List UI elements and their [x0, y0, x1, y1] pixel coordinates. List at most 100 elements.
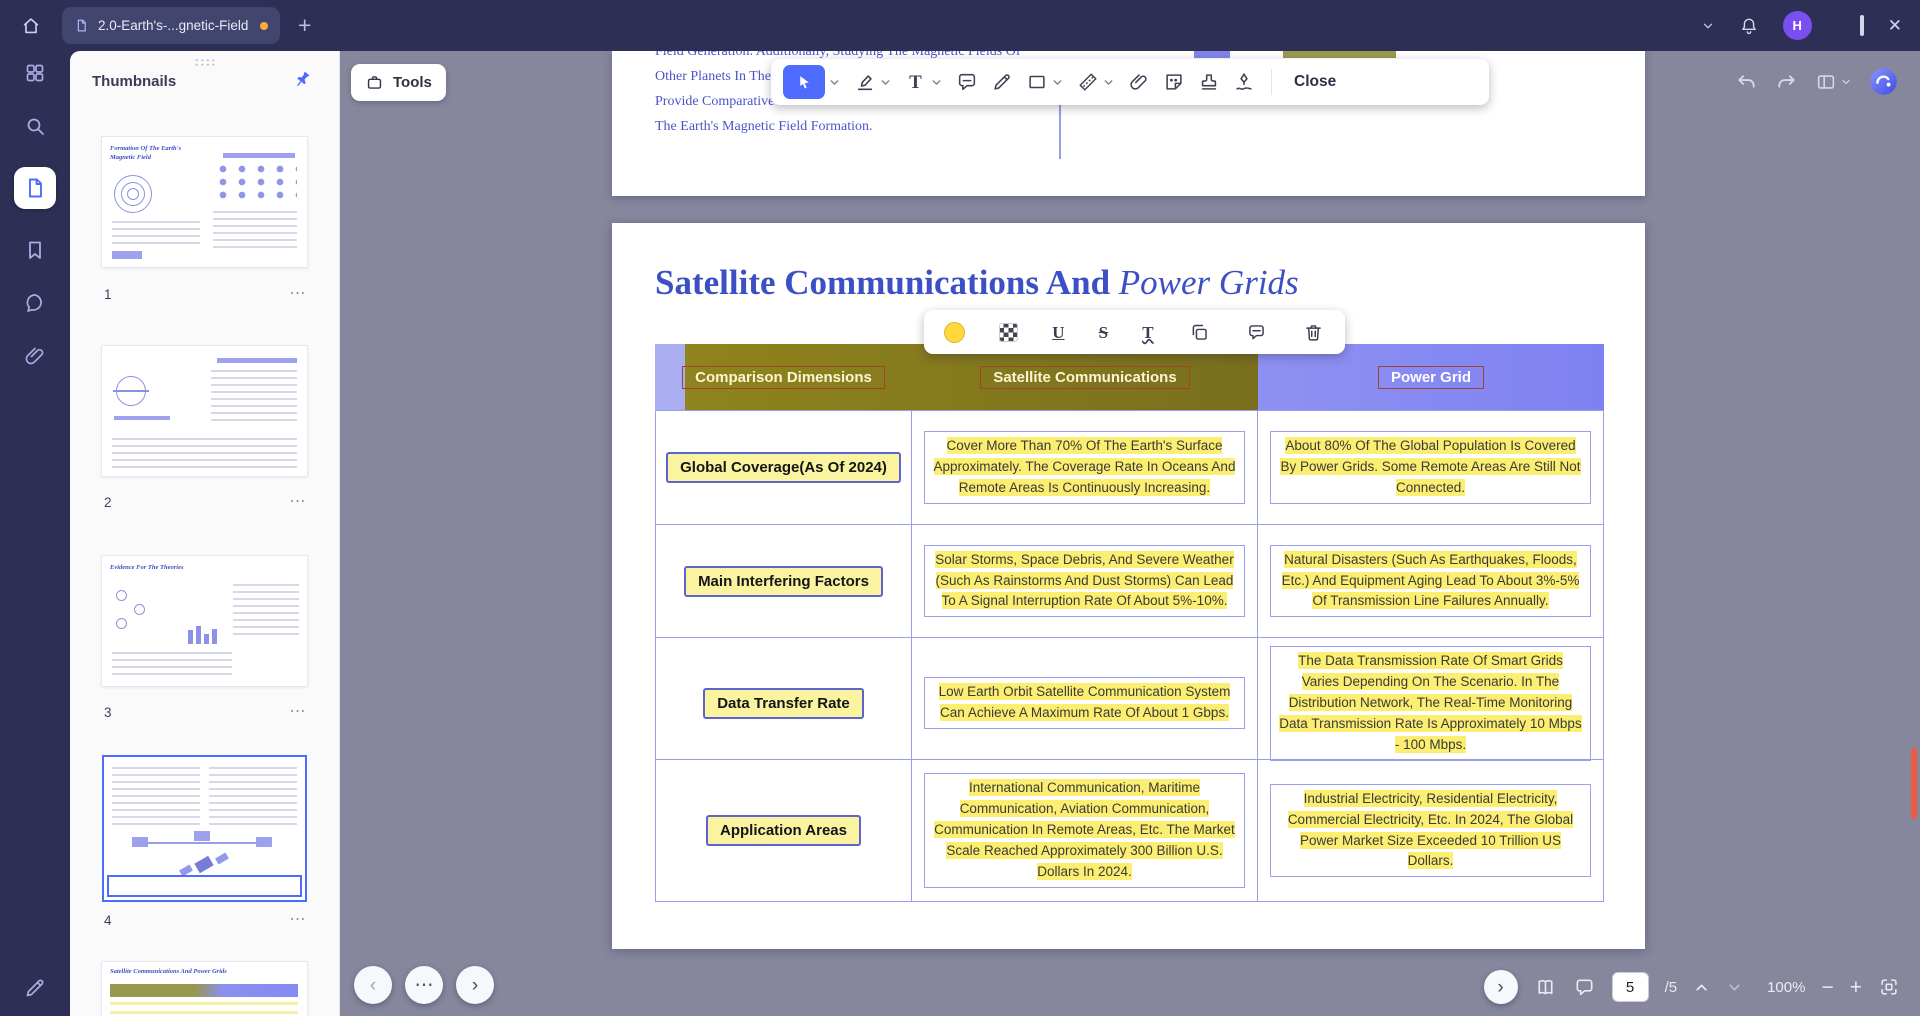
chevron-down-icon[interactable]	[930, 76, 943, 89]
bookmark-icon[interactable]	[23, 238, 47, 262]
text-tool-icon[interactable]: T	[904, 71, 927, 94]
thumbnail-page-4-selected[interactable]	[102, 755, 307, 902]
shape-tool-icon[interactable]	[1025, 71, 1048, 94]
thumbnail-art	[116, 590, 127, 601]
close-icon: ✕	[1888, 16, 1902, 35]
previous-button[interactable]: ‹	[354, 966, 392, 1004]
satellite-art	[215, 852, 229, 864]
attachment-tool-icon[interactable]	[1127, 71, 1150, 94]
thumbnail-meta: 2 ⋯	[104, 491, 307, 513]
highlighted-label[interactable]: Global Coverage(As Of 2024)	[666, 452, 901, 483]
thumbnail-art	[134, 604, 145, 615]
expand-panel-button[interactable]: ›	[1484, 970, 1518, 1004]
highlight-annotation[interactable]: Low Earth Orbit Satellite Communication …	[924, 677, 1245, 729]
signature-tool-icon[interactable]	[1232, 71, 1255, 94]
page-viewport-indicator[interactable]	[107, 875, 302, 897]
thumbnail-menu-button[interactable]: ⋯	[290, 286, 308, 302]
thumbnail-page-2[interactable]	[102, 346, 307, 476]
next-button[interactable]: ›	[456, 966, 494, 1004]
header-label[interactable]: Power Grid	[1378, 366, 1484, 389]
zoom-out-button[interactable]: −	[1821, 977, 1833, 998]
header-label[interactable]: Comparison Dimensions	[682, 366, 885, 389]
apps-grid-icon[interactable]	[23, 61, 47, 85]
trash-icon[interactable]	[1302, 321, 1325, 344]
search-icon[interactable]	[23, 114, 47, 138]
highlighted-label[interactable]: Application Areas	[706, 815, 861, 846]
opacity-checker-icon[interactable]	[999, 323, 1018, 342]
panel-drag-handle-icon[interactable]	[194, 58, 216, 66]
thumbnails-panel-icon[interactable]	[14, 167, 56, 209]
home-button[interactable]	[16, 11, 46, 41]
highlight-annotation[interactable]: Industrial Electricity, Residential Elec…	[1270, 784, 1591, 878]
thumbnail-menu-button[interactable]: ⋯	[290, 494, 308, 510]
thumbnails-panel: Thumbnails Formation Of The Earth's Magn…	[70, 51, 340, 1016]
avatar[interactable]: H	[1783, 11, 1812, 40]
ai-assistant-button[interactable]	[1869, 67, 1898, 96]
notifications-button[interactable]	[1739, 16, 1759, 36]
highlighted-label[interactable]: Data Transfer Rate	[703, 688, 864, 719]
comment-icon[interactable]	[1245, 321, 1268, 344]
fit-page-icon[interactable]	[1878, 976, 1900, 998]
thumbnail-title: Evidence For The Theories	[110, 563, 200, 572]
thumbnail-page-1[interactable]: Formation Of The Earth's Magnetic Field	[102, 137, 307, 267]
maximize-icon	[1860, 15, 1864, 36]
header-label[interactable]: Satellite Communications	[980, 366, 1189, 389]
new-tab-button[interactable]: +	[298, 14, 311, 37]
squiggly-button[interactable]: T	[1142, 324, 1153, 341]
thumbnail-page-5[interactable]: Satellite Communications And Power Grids	[102, 962, 307, 1016]
copy-icon[interactable]	[1188, 321, 1211, 344]
zoom-in-button[interactable]: +	[1850, 977, 1862, 998]
highlight-annotation[interactable]: Cover More Than 70% Of The Earth's Surfa…	[924, 431, 1245, 504]
table-row: Data Transfer Rate Low Earth Orbit Satel…	[655, 638, 1604, 760]
view-mode-button[interactable]	[1815, 71, 1852, 93]
document-tab[interactable]: 2.0-Earth's-...gnetic-Field	[62, 7, 280, 44]
more-options-button[interactable]: ⋯	[405, 966, 443, 1004]
power-cell: Natural Disasters (Such As Earthquakes, …	[1258, 525, 1604, 637]
signature-pen-icon[interactable]	[23, 976, 47, 1000]
highlight-tool-icon[interactable]	[853, 71, 876, 94]
chevron-down-icon[interactable]	[828, 76, 841, 89]
table-row: Global Coverage(As Of 2024) Cover More T…	[655, 411, 1604, 525]
highlight-annotation[interactable]: Solar Storms, Space Debris, And Severe W…	[924, 545, 1245, 618]
pen-tool-icon[interactable]	[990, 71, 1013, 94]
tools-icon	[365, 73, 384, 92]
status-bar: › /5 100% − +	[1484, 970, 1900, 1004]
highlight-annotation[interactable]: International Communication, Maritime Co…	[924, 773, 1245, 888]
comment-tool-icon[interactable]	[955, 71, 978, 94]
scrollbar-thumb[interactable]	[1911, 748, 1917, 819]
help-chat-icon[interactable]	[23, 291, 47, 315]
chevron-down-icon[interactable]	[1102, 76, 1115, 89]
highlight-annotation[interactable]: Natural Disasters (Such As Earthquakes, …	[1270, 545, 1591, 618]
titlebar-chevron-down-icon[interactable]	[1701, 19, 1715, 33]
chevron-down-icon[interactable]	[879, 76, 892, 89]
undo-icon[interactable]	[1735, 70, 1758, 93]
thumbnail-page-3[interactable]: Evidence For The Theories	[102, 556, 307, 686]
attachment-icon[interactable]	[23, 344, 47, 368]
reading-mode-icon[interactable]	[1534, 976, 1557, 999]
highlighted-label[interactable]: Main Interfering Factors	[684, 566, 883, 597]
highlight-annotation[interactable]: About 80% Of The Global Population Is Co…	[1270, 431, 1591, 504]
page-number-input[interactable]	[1612, 972, 1649, 1002]
close-toolbar-button[interactable]: Close	[1288, 73, 1342, 91]
power-cell: The Data Transmission Rate Of Smart Grid…	[1258, 638, 1604, 769]
page-up-icon[interactable]	[1693, 979, 1710, 996]
strikethrough-button[interactable]: S	[1099, 324, 1108, 341]
thumbnail-menu-button[interactable]: ⋯	[290, 912, 308, 928]
stamp-tool-icon[interactable]	[1197, 71, 1220, 94]
thumbnail-menu-button[interactable]: ⋯	[290, 704, 308, 720]
chevron-down-icon[interactable]	[1051, 76, 1064, 89]
measure-tool-icon[interactable]	[1076, 71, 1099, 94]
redo-icon[interactable]	[1775, 70, 1798, 93]
workspace: Thumbnails Formation Of The Earth's Magn…	[70, 51, 1920, 1016]
comments-panel-icon[interactable]	[1573, 976, 1596, 999]
color-swatch-button[interactable]	[944, 322, 965, 343]
pin-icon[interactable]	[287, 65, 318, 96]
page-down-icon[interactable]	[1726, 979, 1743, 996]
close-window-button[interactable]: ✕	[1888, 17, 1902, 34]
maximize-button[interactable]	[1860, 17, 1864, 35]
sticker-tool-icon[interactable]	[1162, 71, 1185, 94]
tools-button[interactable]: Tools	[351, 64, 446, 101]
select-tool-button[interactable]	[783, 65, 825, 99]
underline-button[interactable]: U	[1052, 324, 1064, 341]
highlight-annotation[interactable]: The Data Transmission Rate Of Smart Grid…	[1270, 646, 1591, 761]
